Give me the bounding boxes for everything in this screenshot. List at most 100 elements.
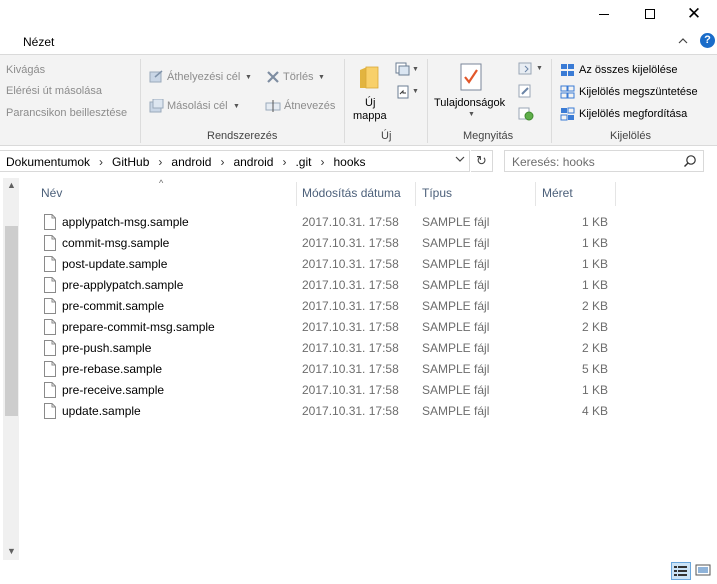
file-date: 2017.10.31. 17:58	[302, 215, 399, 229]
file-icon	[44, 235, 56, 254]
address-bar[interactable]: Dokumentumok › GitHub › android › androi…	[0, 150, 470, 172]
group-select-label: Kijelölés	[610, 130, 651, 142]
file-row[interactable]: post-update.sample 2017.10.31. 17:58 SAMPL…	[20, 254, 620, 275]
column-separator[interactable]	[296, 182, 297, 206]
column-separator[interactable]	[415, 182, 416, 206]
file-icon	[44, 361, 56, 380]
paste-shortcut-button[interactable]: Parancsikon beillesztése	[6, 107, 127, 119]
maximize-icon	[645, 9, 655, 19]
group-organize-label: Rendszerezés	[207, 130, 278, 142]
file-size: 2 KB	[581, 299, 608, 313]
file-row[interactable]: pre-rebase.sample 2017.10.31. 17:58 SAMPLE…	[20, 359, 620, 380]
scrollbar-thumb[interactable]	[5, 226, 18, 416]
file-row[interactable]: pre-receive.sample 2017.10.31. 17:58 SAMPL…	[20, 380, 620, 401]
ribbon-tabs: Nézet ?	[0, 28, 717, 54]
address-history-dropdown[interactable]	[455, 155, 465, 166]
status-bar	[0, 560, 717, 584]
column-header-size[interactable]: Méret	[542, 186, 573, 200]
refresh-icon: ↻	[476, 153, 487, 168]
tab-view[interactable]: Nézet	[23, 35, 54, 49]
file-row[interactable]: commit-msg.sample 2017.10.31. 17:58 SAMPLE…	[20, 233, 620, 254]
file-row[interactable]: applypatch-msg.sample 2017.10.31. 17:58 SA…	[20, 212, 620, 233]
group-new-label: Új	[381, 130, 392, 142]
copy-path-button[interactable]: Elérési út másolása	[6, 85, 102, 97]
search-input[interactable]: Keresés: hooks	[512, 155, 595, 169]
help-button[interactable]: ?	[700, 33, 715, 48]
ribbon-separator	[140, 59, 141, 143]
breadcrumb: Dokumentumok › GitHub › android › androi…	[4, 155, 368, 169]
title-bar: ✕	[0, 0, 717, 28]
search-box[interactable]: Keresés: hooks	[504, 150, 704, 172]
file-date: 2017.10.31. 17:58	[302, 362, 399, 376]
file-date: 2017.10.31. 17:58	[302, 236, 399, 250]
file-date: 2017.10.31. 17:58	[302, 320, 399, 334]
breadcrumb-item-android-inner[interactable]: android	[231, 155, 275, 169]
file-name: pre-applypatch.sample	[62, 278, 184, 292]
file-icon	[44, 298, 56, 317]
refresh-button[interactable]: ↻	[471, 150, 493, 172]
ribbon-separator	[344, 59, 345, 143]
select-all-button[interactable]: Az összes kijelölése	[579, 64, 677, 76]
scroll-up-arrow[interactable]: ▲	[7, 180, 16, 190]
delete-button[interactable]: Törlés	[283, 71, 314, 83]
breadcrumb-item-github[interactable]: GitHub	[110, 155, 151, 169]
file-size: 1 KB	[581, 215, 608, 229]
properties-button[interactable]: Tulajdonságok	[434, 97, 505, 109]
file-row[interactable]: prepare-commit-msg.sample 2017.10.31. 17:…	[20, 317, 620, 338]
breadcrumb-separator[interactable]: ›	[151, 155, 169, 169]
file-row[interactable]: update.sample 2017.10.31. 17:58 SAMPLE fáj…	[20, 401, 620, 422]
column-header-type[interactable]: Típus	[422, 186, 452, 200]
file-row[interactable]: pre-push.sample 2017.10.31. 17:58 SAMPLE f…	[20, 338, 620, 359]
minimize-button[interactable]	[581, 0, 627, 28]
select-all-icon	[561, 64, 574, 76]
copy-to-dropdown-icon: ▼	[233, 103, 240, 110]
column-separator[interactable]	[535, 182, 536, 206]
file-name: pre-receive.sample	[62, 383, 165, 397]
rename-button[interactable]: Átnevezés	[284, 100, 335, 112]
close-button[interactable]: ✕	[671, 0, 717, 28]
chevron-up-icon	[678, 38, 688, 44]
file-row[interactable]: pre-applypatch.sample 2017.10.31. 17:58 SA…	[20, 275, 620, 296]
column-header-date[interactable]: Módosítás dátuma	[302, 186, 401, 200]
new-folder-label-line2[interactable]: mappa	[353, 110, 387, 122]
copy-to-button[interactable]: Másolási cél	[167, 100, 228, 112]
delete-dropdown-icon: ▼	[318, 74, 325, 81]
breadcrumb-item-hooks[interactable]: hooks	[331, 155, 367, 169]
address-bar-row: Dokumentumok › GitHub › android › androi…	[0, 148, 717, 176]
cut-button[interactable]: Kivágás	[6, 64, 45, 76]
vertical-scrollbar[interactable]: ▲ ▼	[3, 178, 19, 560]
breadcrumb-separator[interactable]: ›	[275, 155, 293, 169]
file-row[interactable]: pre-commit.sample 2017.10.31. 17:58 SAMPLE…	[20, 296, 620, 317]
column-header-name[interactable]: Név	[41, 186, 62, 200]
large-icons-view-button[interactable]	[694, 562, 714, 580]
breadcrumb-item-documents[interactable]: Dokumentumok	[4, 155, 92, 169]
file-icon	[44, 403, 56, 422]
details-view-icon	[674, 566, 687, 576]
scroll-down-arrow[interactable]: ▼	[7, 546, 16, 556]
breadcrumb-item-android[interactable]: android	[169, 155, 213, 169]
file-type: SAMPLE fájl	[422, 404, 490, 418]
select-none-button[interactable]: Kijelölés megszüntetése	[579, 86, 698, 98]
maximize-button[interactable]	[627, 0, 673, 28]
file-icon	[44, 319, 56, 338]
file-size: 4 KB	[581, 404, 608, 418]
file-date: 2017.10.31. 17:58	[302, 299, 399, 313]
invert-selection-button[interactable]: Kijelölés megfordítása	[579, 108, 687, 120]
move-to-button[interactable]: Áthelyezési cél	[167, 71, 240, 83]
invert-selection-icon	[560, 107, 575, 121]
breadcrumb-separator[interactable]: ›	[92, 155, 110, 169]
new-folder-label-line1[interactable]: Új	[365, 97, 375, 109]
new-item-icon	[395, 62, 410, 76]
file-name: post-update.sample	[62, 257, 168, 271]
file-size: 1 KB	[581, 278, 608, 292]
file-date: 2017.10.31. 17:58	[302, 341, 399, 355]
file-size: 5 KB	[581, 362, 608, 376]
file-size: 2 KB	[581, 320, 608, 334]
breadcrumb-separator[interactable]: ›	[313, 155, 331, 169]
file-size: 1 KB	[581, 383, 608, 397]
breadcrumb-item-git[interactable]: .git	[293, 155, 313, 169]
details-view-button[interactable]	[671, 562, 691, 580]
ribbon-collapse-button[interactable]	[678, 35, 688, 47]
breadcrumb-separator[interactable]: ›	[213, 155, 231, 169]
column-separator[interactable]	[615, 182, 616, 206]
